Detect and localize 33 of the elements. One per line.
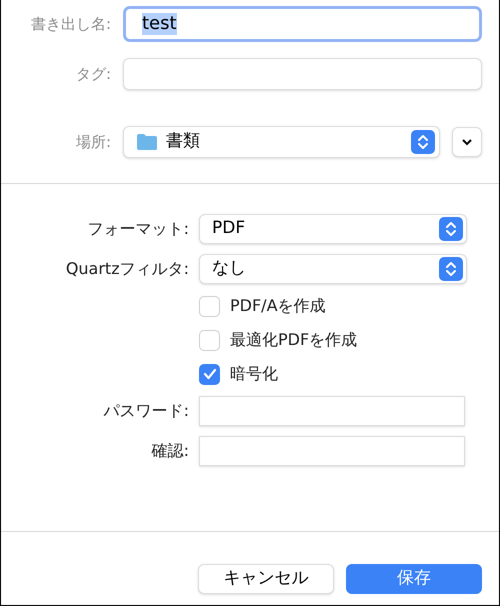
location-value: 書類	[166, 130, 201, 154]
checkbox[interactable]	[199, 330, 220, 350]
option-label: フォーマット:	[86, 218, 189, 240]
checkbox-label: PDF/Aを作成	[230, 295, 326, 317]
password-field[interactable]	[199, 396, 465, 426]
location-popup[interactable]: 書類	[123, 126, 440, 158]
option-label: Quartzフィルタ:	[64, 258, 189, 280]
expand-button[interactable]	[452, 127, 482, 157]
text-field[interactable]	[123, 58, 482, 90]
stepper-icon	[439, 217, 463, 241]
field-label: 書き出し名:	[30, 14, 111, 35]
checkbox[interactable]	[199, 296, 220, 316]
chevron-down-icon	[461, 138, 473, 146]
check-icon	[202, 368, 216, 380]
field-label: 場所:	[74, 132, 111, 153]
field-label: タグ:	[74, 64, 111, 85]
password-field[interactable]	[199, 436, 465, 466]
field-value: test	[142, 13, 177, 35]
folder-icon	[136, 133, 158, 151]
save-button[interactable]: 保存	[346, 564, 482, 594]
popup-menu[interactable]: なし	[199, 254, 467, 284]
stepper-icon	[439, 257, 463, 281]
checkbox-label: 最適化PDFを作成	[230, 329, 358, 351]
option-label: 確認:	[150, 440, 189, 462]
popup-value: なし	[212, 257, 247, 280]
stepper-icon	[411, 130, 435, 154]
popup-value: PDF	[212, 217, 246, 240]
text-field[interactable]: test	[123, 6, 482, 42]
option-label: パスワード:	[102, 400, 189, 422]
checkbox-label: 暗号化	[230, 363, 278, 385]
checkbox[interactable]	[199, 364, 220, 384]
cancel-button[interactable]: キャンセル	[198, 564, 334, 594]
popup-menu[interactable]: PDF	[199, 214, 467, 244]
